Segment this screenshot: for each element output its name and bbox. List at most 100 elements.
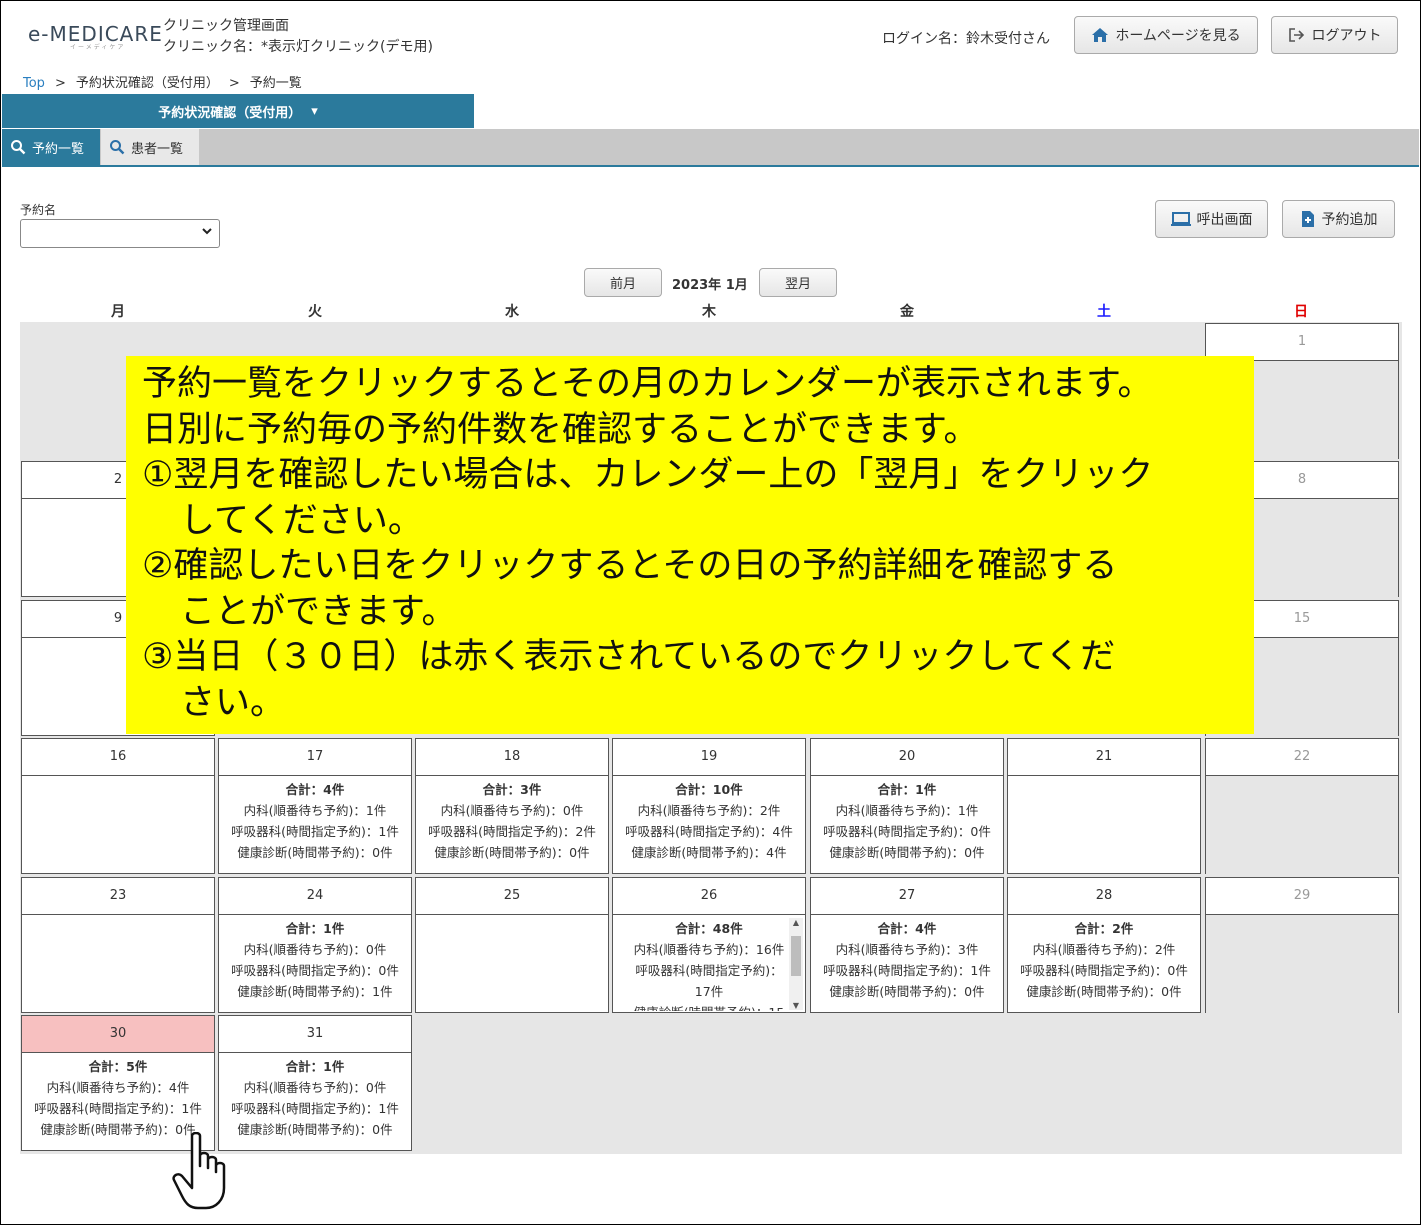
day-number: 20 (811, 739, 1003, 776)
scroll-up-icon[interactable]: ▲ (789, 918, 803, 927)
day-summary: 合計：4件 内科(順番待ち予約)：1件 呼吸器科(時間指定予約)：1件 健康診断(時間… (219, 776, 411, 872)
day-total: 合計：3件 (482, 782, 542, 797)
day-total: 合計：48件 (675, 921, 743, 936)
day-breakdown-line: 呼吸器科(時間指定予約)： (635, 963, 783, 978)
logout-button[interactable]: ログアウト (1271, 16, 1398, 54)
calendar-day-cell[interactable]: 23 (21, 877, 215, 1013)
calendar-day-cell[interactable]: 27 合計：4件 内科(順番待ち予約)：3件 呼吸器科(時間指定予約)：1件 健康診断(… (810, 877, 1004, 1013)
chevron-down-icon (201, 225, 213, 240)
calendar-day-cell[interactable]: 26 合計：48件内科(順番待ち予約)：16件呼吸器科(時間指定予約)： 17件健康… (612, 877, 806, 1013)
next-month-button[interactable]: 翌月 (759, 268, 837, 297)
day-number: 27 (811, 878, 1003, 915)
homepage-button[interactable]: ホームページを見る (1074, 16, 1258, 54)
day-total: 合計：1件 (877, 782, 937, 797)
day-breakdown-line: 呼吸器科(時間指定予約)：1件 (823, 963, 991, 978)
menu-label: 予約状況確認（受付用） (158, 105, 302, 121)
tab-reservation-list[interactable]: 予約一覧 (2, 129, 100, 165)
menu-reservation-status[interactable]: 予約状況確認（受付用） ▾ (2, 94, 474, 128)
day-number: 31 (219, 1016, 411, 1053)
day-number: 24 (219, 878, 411, 915)
day-summary: 合計：1件 内科(順番待ち予約)：0件 呼吸器科(時間指定予約)：1件 健康診断(時間… (219, 1053, 411, 1149)
calendar-day-cell[interactable]: 16 (21, 738, 215, 874)
tab-label: 予約一覧 (32, 141, 85, 157)
day-breakdown-line: 健康診断(時間帯予約)：15 (613, 1002, 805, 1011)
month-label: 2023年 1月 (672, 278, 748, 293)
reservation-name-select[interactable] (20, 219, 220, 248)
day-total: 合計：2件 (1074, 921, 1134, 936)
day-total: 合計：4件 (285, 782, 345, 797)
calendar-day-cell[interactable]: 29 (1205, 877, 1399, 1014)
day-summary: 合計：1件 内科(順番待ち予約)：1件 呼吸器科(時間指定予約)：0件 健康診断(時間… (811, 776, 1003, 872)
calendar-day-cell[interactable]: 17 合計：4件 内科(順番待ち予約)：1件 呼吸器科(時間指定予約)：1件 健康診断(… (218, 738, 412, 874)
file-plus-icon (1301, 211, 1314, 227)
prev-month-button[interactable]: 前月 (584, 268, 662, 297)
search-icon (110, 140, 125, 155)
call-screen-button-label: 呼出画面 (1196, 212, 1253, 228)
day-breakdown-line: 内科(順番待ち予約)：4件 (46, 1080, 190, 1095)
scroll-thumb[interactable] (791, 936, 801, 976)
day-breakdown-line: 健康診断(時間帯予約)：0件 (1026, 984, 1182, 999)
day-breakdown-line: 健康診断(時間帯予約)：1件 (237, 984, 393, 999)
breadcrumb-reservation-status[interactable]: 予約状況確認（受付用） (76, 76, 219, 91)
tab-bar: 予約一覧 患者一覧 (2, 129, 1419, 167)
day-summary (1206, 776, 1398, 875)
calendar-day-cell[interactable]: 20 合計：1件 内科(順番待ち予約)：1件 呼吸器科(時間指定予約)：0件 健康診断(… (810, 738, 1004, 874)
day-total: 合計：5件 (88, 1059, 148, 1074)
weekday-label: 月 (111, 304, 125, 320)
search-icon (11, 140, 26, 155)
calendar-day-cell[interactable]: 25 (415, 877, 609, 1013)
day-number: 25 (416, 878, 608, 915)
day-breakdown-line: 健康診断(時間帯予約)：4件 (631, 845, 787, 860)
cell-scrollbar[interactable]: ▲ ▼ (789, 918, 803, 1010)
callout-line: 予約一覧をクリックするとその月のカレンダーが表示されます。 (142, 364, 1153, 404)
instruction-callout: 予約一覧をクリックするとその月のカレンダーが表示されます。 日別に予約毎の予約件数… (126, 356, 1254, 734)
weekday-label: 木 (702, 304, 716, 320)
breadcrumb-top-link[interactable]: Top (23, 76, 45, 91)
calendar-day-cell[interactable]: 31 合計：1件 内科(順番待ち予約)：0件 呼吸器科(時間指定予約)：1件 健康診断(… (218, 1015, 412, 1151)
weekday-label: 金 (900, 304, 914, 320)
day-summary (1206, 915, 1398, 1014)
day-summary: 合計：3件 内科(順番待ち予約)：0件 呼吸器科(時間指定予約)：2件 健康診断(時間… (416, 776, 608, 872)
day-number: 19 (613, 739, 805, 776)
calendar-day-cell[interactable]: 19 合計：10件 内科(順番待ち予約)：2件 呼吸器科(時間指定予約)：4件 健康診断… (612, 738, 806, 874)
breadcrumb-reservation-list: 予約一覧 (249, 76, 302, 91)
weekday-label: 水 (505, 304, 519, 320)
calendar-day-cell[interactable]: 24 合計：1件 内科(順番待ち予約)：0件 呼吸器科(時間指定予約)：0件 健康診断(… (218, 877, 412, 1013)
calendar-day-cell[interactable]: 28 合計：2件 内科(順番待ち予約)：2件 呼吸器科(時間指定予約)：0件 健康診断(… (1007, 877, 1201, 1013)
tab-patient-list[interactable]: 患者一覧 (101, 129, 199, 165)
calendar-day-cell[interactable]: 21 (1007, 738, 1201, 874)
callout-line: してください。 (180, 500, 423, 541)
day-summary (22, 915, 214, 1011)
add-reservation-button[interactable]: 予約追加 (1282, 200, 1395, 238)
day-summary: 合計：48件内科(順番待ち予約)：16件呼吸器科(時間指定予約)： 17件健康診断… (613, 915, 805, 1011)
day-breakdown-line: 呼吸器科(時間指定予約)：1件 (231, 824, 399, 839)
callout-line: さい。 (180, 682, 286, 723)
day-breakdown-line: 17件 (694, 984, 724, 999)
day-summary: 合計：10件 内科(順番待ち予約)：2件 呼吸器科(時間指定予約)：4件 健康診断(時… (613, 776, 805, 872)
calendar-day-cell[interactable]: 18 合計：3件 内科(順番待ち予約)：0件 呼吸器科(時間指定予約)：2件 健康診断(… (415, 738, 609, 874)
clinic-info: クリニック管理画面 クリニック名：*表示灯クリニック(デモ用) (163, 16, 433, 58)
day-number: 29 (1206, 878, 1398, 915)
callout-line: ことができます。 (180, 591, 457, 632)
day-number: 17 (219, 739, 411, 776)
e-medicare-logo[interactable]: e-MEDICARE イーメディケア (28, 22, 163, 51)
scroll-down-icon[interactable]: ▼ (789, 1001, 803, 1010)
logo-subtext: イーメディケア (70, 44, 126, 51)
logout-icon (1288, 28, 1304, 42)
weekday-label: 土 (1097, 304, 1111, 320)
weekday-label: 火 (308, 304, 322, 320)
breadcrumb-separator: > (54, 76, 66, 91)
call-screen-button[interactable]: 呼出画面 (1155, 200, 1268, 238)
homepage-button-label: ホームページを見る (1115, 28, 1241, 44)
calendar-day-cell[interactable]: 30 合計：5件 内科(順番待ち予約)：4件 呼吸器科(時間指定予約)：1件 健康診断(… (21, 1015, 215, 1151)
day-breakdown-line: 内科(順番待ち予約)：1件 (243, 803, 387, 818)
day-number: 26 (613, 878, 805, 915)
day-summary (416, 915, 608, 1011)
day-breakdown-line: 呼吸器科(時間指定予約)：0件 (231, 963, 399, 978)
day-breakdown-line: 健康診断(時間帯予約)：0件 (829, 845, 985, 860)
day-breakdown-line: 内科(順番待ち予約)：0件 (243, 1080, 387, 1095)
day-breakdown-line: 内科(順番待ち予約)：1件 (835, 803, 979, 818)
calendar-day-cell[interactable]: 22 (1205, 738, 1399, 875)
day-total: 合計：1件 (285, 1059, 345, 1074)
weekday-label: 日 (1294, 304, 1308, 320)
